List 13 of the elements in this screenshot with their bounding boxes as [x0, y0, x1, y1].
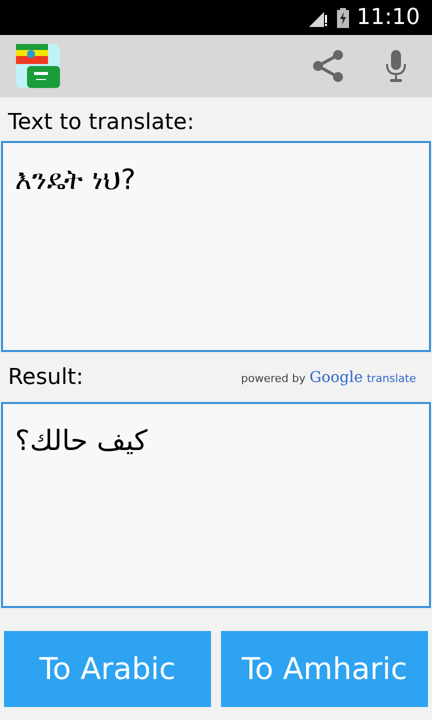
clock: 11:10 — [356, 4, 420, 32]
result-text-field[interactable]: كيف حالك؟ — [1, 402, 431, 608]
microphone-icon — [385, 50, 407, 82]
powered-by-text: powered by — [241, 370, 306, 387]
result-label: Result: — [8, 364, 84, 392]
google-logo: Google — [310, 366, 363, 388]
source-text-field[interactable]: እንዴት ነህ? — [1, 141, 431, 352]
app-logo-icon — [16, 44, 60, 88]
source-label: Text to translate: — [7, 109, 196, 137]
share-icon — [312, 49, 344, 83]
result-text: كيف حالك؟ — [15, 423, 148, 459]
battery-icon — [336, 8, 349, 28]
translate-text: translate — [366, 370, 416, 387]
